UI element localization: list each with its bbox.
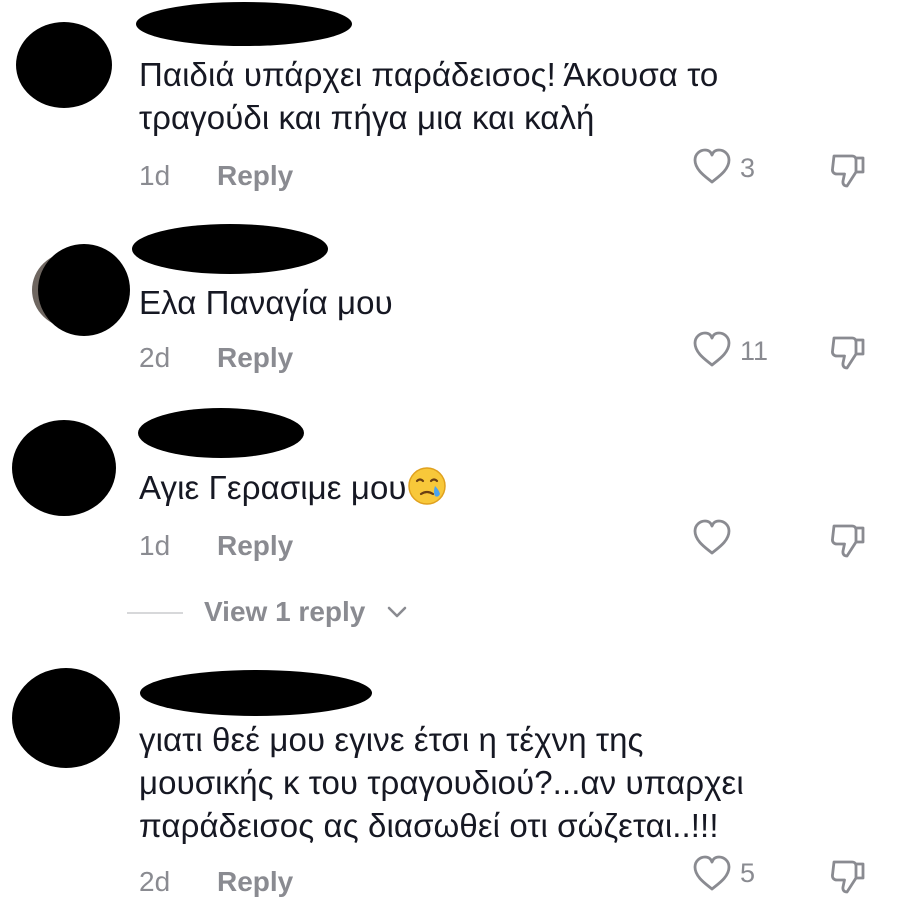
thumbs-down-outline-icon[interactable] [828, 150, 868, 190]
like-count: 11 [740, 336, 769, 366]
comment-text: Παιδιά υπάρχει παράδεισος! Άκουσα το τρα… [139, 53, 718, 139]
thumbs-down-outline-icon[interactable] [828, 520, 868, 560]
heart-outline-icon[interactable] [692, 331, 732, 369]
comment-item: Παιδιά υπάρχει παράδεισος! Άκουσα το τρα… [0, 0, 900, 200]
comment-timestamp: 2d [139, 866, 171, 897]
comment-timestamp: 1d [139, 530, 171, 561]
view-replies-label: View 1 reply [204, 596, 366, 627]
username-redaction [136, 2, 352, 46]
comment-text-line: γιατι θεέ μου εγινε έτσι η τέχνη της [139, 721, 644, 758]
divider [127, 612, 183, 614]
comment-text: Ελα Παναγία μου [139, 281, 393, 324]
crying-face-icon [407, 467, 446, 505]
comment-text-line: Ελα Παναγία μου [139, 284, 393, 321]
comment-text-line: παράδεισος ας διασωθεί οτι σώζεται..!!! [139, 807, 719, 844]
heart-outline-icon[interactable] [692, 148, 732, 186]
reply-button[interactable]: Reply [217, 530, 293, 562]
avatar[interactable] [12, 420, 116, 516]
username-redaction [140, 670, 372, 716]
heart-outline-icon[interactable] [692, 855, 732, 893]
reply-button[interactable]: Reply [217, 866, 293, 898]
comment-text-line: Αγιε Γερασιμε μου [139, 469, 407, 506]
like-count: 3 [740, 153, 756, 183]
reply-button[interactable]: Reply [217, 160, 293, 192]
comment-timestamp: 1d [139, 160, 171, 191]
reply-button[interactable]: Reply [217, 342, 293, 374]
comment-text-line: Παιδιά υπάρχει παράδεισος! Άκουσα το [139, 56, 719, 93]
thumbs-down-outline-icon[interactable] [828, 332, 868, 372]
avatar[interactable] [16, 22, 112, 108]
username-redaction [138, 408, 304, 458]
username-redaction [132, 224, 328, 274]
avatar[interactable] [12, 668, 120, 768]
chevron-down-icon [387, 606, 407, 618]
thumbs-down-outline-icon[interactable] [828, 856, 868, 896]
comment-text-line: τραγούδι και πήγα μια και καλή [139, 99, 595, 136]
heart-outline-icon[interactable] [692, 519, 732, 557]
avatar [38, 244, 130, 336]
comment-text: γιατι θεέ μου εγινε έτσι η τέχνη της μου… [139, 718, 744, 847]
comment-timestamp: 2d [139, 342, 171, 373]
comment-text: Αγιε Γερασιμε μου [139, 466, 447, 509]
like-count: 5 [740, 858, 756, 888]
comment-text-line: μουσικής κ του τραγουδιού?...αν υπαρχει [139, 764, 744, 801]
